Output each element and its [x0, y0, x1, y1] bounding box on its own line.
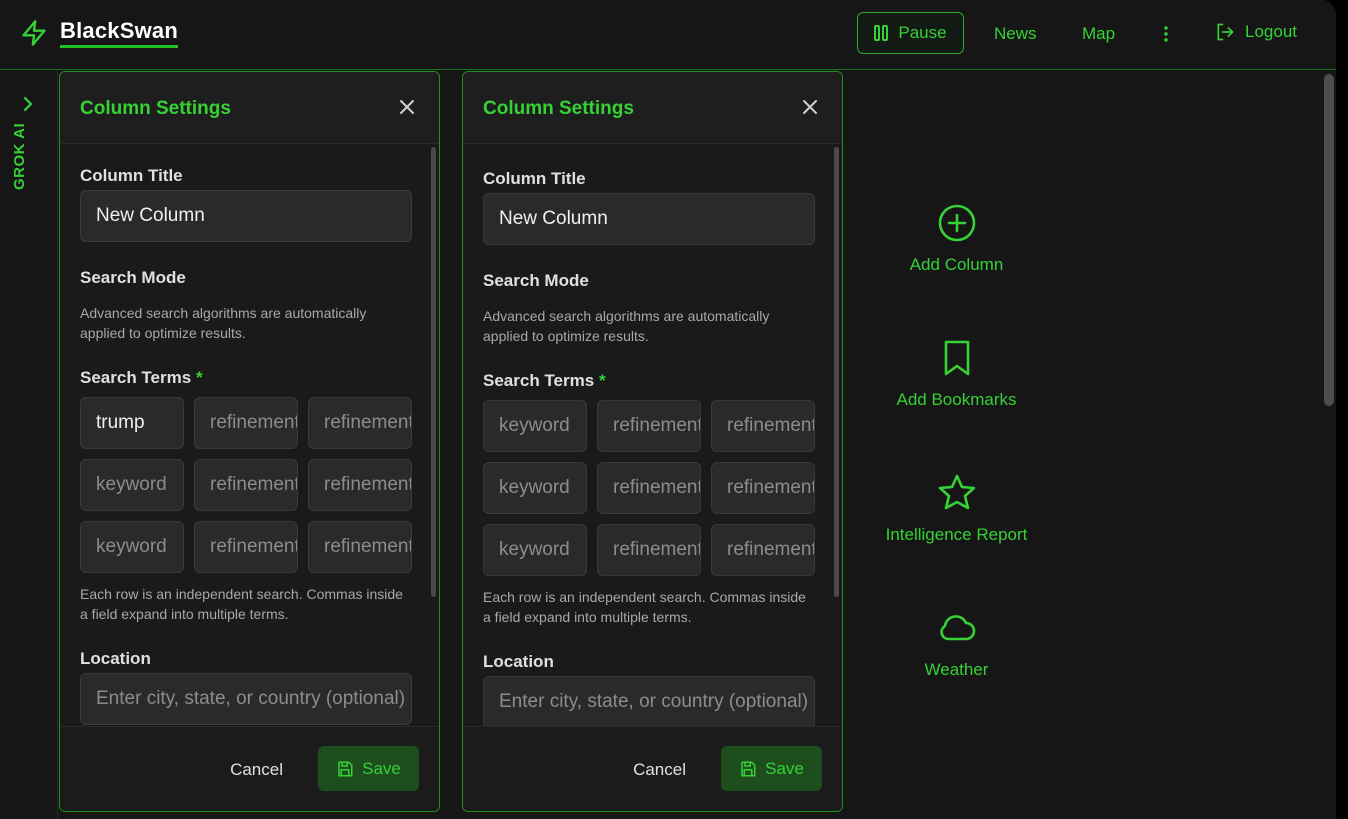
- location-input[interactable]: Enter city, state, or country (optional): [483, 676, 815, 728]
- refinement-input[interactable]: refinement: [711, 524, 815, 576]
- search-terms-help: Each row is an independent search. Comma…: [483, 589, 806, 625]
- page-scrollbar-thumb[interactable]: [1324, 74, 1334, 406]
- refinement-input[interactable]: refinement: [597, 400, 701, 452]
- brand-name: BlackSwan: [60, 18, 178, 48]
- add-bookmarks-label: Add Bookmarks: [896, 390, 1017, 409]
- search-terms-help: Each row is an independent search. Comma…: [80, 586, 403, 622]
- panel-scrollbar[interactable]: [834, 147, 839, 597]
- window-edge: [1336, 0, 1348, 819]
- keyword-input[interactable]: keyword: [483, 462, 587, 514]
- keyword-input[interactable]: keyword: [80, 521, 184, 573]
- pause-icon: [874, 25, 889, 41]
- save-label: Save: [765, 758, 804, 778]
- location-label: Location: [80, 649, 151, 668]
- panel-header: Column Settings: [463, 72, 842, 144]
- nav-news[interactable]: News: [994, 24, 1037, 44]
- search-mode-help: Advanced search algorithms are automatic…: [80, 305, 367, 341]
- cloud-icon: [939, 615, 975, 641]
- more-options-icon[interactable]: [1158, 24, 1174, 44]
- intelligence-report-label: Intelligence Report: [885, 525, 1028, 544]
- refinement-input[interactable]: refinement: [597, 524, 701, 576]
- cancel-button[interactable]: Cancel: [230, 760, 283, 780]
- grok-ai-label[interactable]: GROK AI: [11, 123, 28, 190]
- star-icon: [938, 474, 975, 510]
- brand[interactable]: BlackSwan: [20, 18, 178, 48]
- refinement-input[interactable]: refinement: [308, 459, 412, 511]
- panel-header: Column Settings: [60, 72, 439, 144]
- save-label: Save: [362, 758, 401, 778]
- search-terms-label: Search Terms *: [483, 371, 606, 390]
- bookmark-icon: [944, 340, 969, 376]
- add-bookmarks-button[interactable]: Add Bookmarks: [870, 338, 1043, 410]
- close-icon[interactable]: [802, 99, 818, 115]
- weather-label: Weather: [924, 660, 989, 679]
- column-title-input[interactable]: New Column: [80, 190, 412, 242]
- panel-body[interactable]: Column Title New Column Search Mode Adva…: [60, 145, 439, 728]
- column-title-label: Column Title: [80, 166, 183, 185]
- save-icon: [338, 761, 353, 776]
- keyword-input[interactable]: keyword: [483, 400, 587, 452]
- keyword-input[interactable]: keyword: [80, 459, 184, 511]
- refinement-input[interactable]: refinement: [194, 459, 298, 511]
- search-mode-label: Search Mode: [483, 271, 589, 290]
- refinement-input[interactable]: refinement: [194, 397, 298, 449]
- save-icon: [741, 761, 756, 776]
- intelligence-report-button[interactable]: Intelligence Report: [870, 473, 1043, 545]
- refinement-input[interactable]: refinement: [308, 521, 412, 573]
- logout-icon: [1217, 23, 1234, 41]
- pause-button[interactable]: Pause: [857, 12, 964, 54]
- column-settings-panel: Column Settings Column Title New Column …: [59, 71, 440, 812]
- plus-circle-icon: [938, 204, 975, 242]
- column-title-label: Column Title: [483, 169, 586, 188]
- panel-footer: Cancel Save: [60, 726, 439, 811]
- column-title-input[interactable]: New Column: [483, 193, 815, 245]
- search-terms-label: Search Terms *: [80, 368, 203, 387]
- panel-body[interactable]: Column Title New Column Search Mode Adva…: [463, 145, 842, 728]
- cancel-button[interactable]: Cancel: [633, 760, 686, 780]
- save-button[interactable]: Save: [721, 746, 822, 791]
- panel-scrollbar[interactable]: [431, 147, 436, 597]
- add-column-label: Add Column: [909, 255, 1004, 274]
- nav-map[interactable]: Map: [1082, 24, 1115, 44]
- top-bar: BlackSwan Pause News Map Logout: [0, 0, 1336, 70]
- save-button[interactable]: Save: [318, 746, 419, 791]
- keyword-input[interactable]: trump: [80, 397, 184, 449]
- chevron-right-icon[interactable]: [20, 96, 36, 112]
- pause-label: Pause: [898, 23, 947, 42]
- refinement-input[interactable]: refinement: [711, 400, 815, 452]
- logout-label: Logout: [1245, 22, 1297, 41]
- lightning-icon: [22, 20, 46, 46]
- column-settings-panel: Column Settings Column Title New Column …: [462, 71, 843, 812]
- search-mode-help: Advanced search algorithms are automatic…: [483, 308, 770, 344]
- panel-title: Column Settings: [483, 98, 634, 119]
- refinement-input[interactable]: refinement: [597, 462, 701, 514]
- add-column-button[interactable]: Add Column: [870, 203, 1043, 275]
- refinement-input[interactable]: refinement: [194, 521, 298, 573]
- panel-title: Column Settings: [80, 98, 231, 119]
- close-icon[interactable]: [399, 99, 415, 115]
- search-mode-label: Search Mode: [80, 268, 186, 287]
- location-label: Location: [483, 652, 554, 671]
- location-input[interactable]: Enter city, state, or country (optional): [80, 673, 412, 725]
- grok-sidebar[interactable]: [0, 70, 58, 819]
- panel-footer: Cancel Save: [463, 726, 842, 811]
- weather-button[interactable]: Weather: [870, 608, 1043, 680]
- logout-button[interactable]: Logout: [1215, 22, 1297, 42]
- app-window: BlackSwan Pause News Map Logout GROK AI …: [0, 0, 1336, 819]
- refinement-input[interactable]: refinement: [711, 462, 815, 514]
- keyword-input[interactable]: keyword: [483, 524, 587, 576]
- refinement-input[interactable]: refinement: [308, 397, 412, 449]
